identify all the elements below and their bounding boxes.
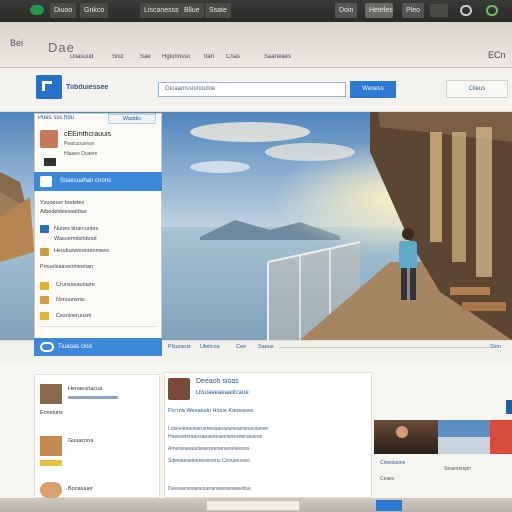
right-edge-icon — [506, 400, 512, 414]
nav-link-3[interactable]: Sae — [140, 54, 151, 60]
sidebar-divider — [40, 326, 156, 327]
left-item-1[interactable]: Henaeunacua — [68, 386, 102, 392]
sidebar-item-8[interactable]: Nsnuurwnis — [56, 297, 85, 303]
nav-link-7[interactable]: Saaneaes — [264, 54, 291, 60]
caption-divider — [280, 347, 490, 348]
right-thumb-3[interactable] — [490, 420, 512, 454]
avatar[interactable] — [40, 130, 58, 148]
sidebar-item-active[interactable]: Ssaesuahan cnons — [34, 172, 162, 191]
taskbar-active-item[interactable] — [206, 500, 300, 511]
sidebar-item-3[interactable]: Nunes tinarcuntes — [54, 226, 98, 232]
tag-icon — [40, 296, 49, 304]
list-icon — [40, 225, 49, 233]
search-input[interactable]: Gioaamssioroudoe — [158, 82, 346, 97]
profile-sub-2: Hiaaee Dvaere — [64, 151, 98, 157]
badge-icon — [44, 158, 56, 166]
sidebar-item-1[interactable]: Ysuoeuvr bodetes — [40, 200, 84, 206]
right-caption-1[interactable]: Cineoiaone — [380, 460, 405, 466]
sidebar-item-9[interactable]: Cesnioeruusm — [56, 313, 91, 319]
address-text[interactable]: Dae — [48, 40, 75, 55]
nav-link-1[interactable]: Diiasuud — [70, 54, 93, 60]
post-line-3: Amesieaeaaoteueseenarueseieesna — [168, 446, 250, 452]
post-line-2: Hoeeseleraaosaeaeeeaeeiuneseenaruese — [168, 434, 263, 440]
caption-left: Plsuoeus — [168, 344, 191, 350]
post-subtitle: Dlsuaeeaeaaiitcaue — [196, 390, 249, 396]
post-meta: Flo ma Weeaealu Hioue Kaoeseea — [168, 408, 254, 414]
extension-icon[interactable] — [430, 4, 448, 17]
tab-2[interactable]: Gnkco — [80, 3, 109, 18]
taskbar-app-icon[interactable] — [376, 500, 402, 511]
right-caption-2: Seaeosrepn — [444, 466, 471, 472]
thumb-3[interactable] — [40, 482, 62, 498]
sidebar-item-6[interactable]: Pmuelsaaveomeenan — [40, 264, 93, 270]
left-item-2[interactable]: Eceetuns — [40, 410, 63, 416]
app-logo-icon[interactable] — [36, 75, 62, 99]
tab-1[interactable]: Diuoo — [50, 3, 77, 18]
nav-right-label[interactable]: ECn — [488, 50, 506, 60]
sidebar-item-2[interactable]: Atbedeldeewatdiae — [40, 209, 87, 215]
sidebar-top-label: Pues sss hdu — [38, 115, 75, 121]
search-button[interactable]: Weoess — [350, 81, 396, 98]
sidebar-item-5[interactable]: Heuduewnneuenmees — [54, 248, 109, 254]
post-line-1: Lriseeieeaoearuenesaaeaeuneasoeuesianee — [168, 426, 269, 432]
nav-link-2[interactable]: Sniz — [112, 54, 124, 60]
thumb-2[interactable] — [40, 436, 62, 456]
tab-3[interactable]: Liscanesss — [140, 3, 183, 18]
sidebar-item-7[interactable]: Crunsseauniare — [56, 282, 95, 288]
right-thumb-2[interactable] — [438, 420, 490, 454]
back-button[interactable]: Bei — [10, 38, 23, 48]
header-action-button[interactable]: Clieus — [446, 80, 508, 98]
tab-right-1[interactable]: Doin — [335, 3, 358, 18]
sidebar-active-icon — [40, 176, 52, 187]
right-thumb-1[interactable] — [374, 420, 438, 454]
navigation-bar — [0, 22, 512, 68]
status-icon[interactable] — [486, 5, 498, 16]
sidebar-badge[interactable]: Waddis — [108, 114, 156, 124]
profile-sub-1: Peacuouonsn — [64, 141, 95, 147]
link-icon — [40, 342, 54, 352]
caption-right[interactable]: Sion — [490, 344, 501, 350]
caption-item-2[interactable]: Cee — [236, 344, 246, 350]
tab-right-2[interactable]: Heteless — [365, 3, 393, 18]
caption-item-1[interactable]: Uleiicoa — [200, 344, 220, 350]
right-thumb-person — [396, 426, 408, 438]
tag-icon-2 — [40, 460, 62, 466]
nav-link-4[interactable]: Hgiunrisso — [162, 54, 190, 60]
post-line-4: Sdeeiaeueieeneseoenu Cneueesseo — [168, 458, 251, 464]
profile-icon[interactable] — [460, 5, 472, 16]
post-line-5: Deesuenesaesouerarueesseaeeeitse — [168, 486, 251, 492]
app-title: Tiibduiessee — [66, 84, 109, 91]
folder-icon — [40, 248, 49, 256]
nav-link-6[interactable]: Cnas — [226, 54, 240, 60]
profile-name[interactable]: cEEmthcrauuis — [64, 131, 111, 138]
caption-item-3[interactable]: Saeus — [258, 344, 274, 350]
tab-4[interactable]: Bllue — [180, 3, 204, 18]
post-title[interactable]: Deeaoh sioas — [196, 378, 239, 385]
left-item-3[interactable]: Guuacnna — [68, 438, 93, 444]
nav-link-5[interactable]: Itan — [204, 54, 214, 60]
left-line-1 — [68, 396, 118, 399]
avatar-icon[interactable] — [168, 378, 190, 400]
left-item-4[interactable]: Bocaiuuer — [68, 486, 93, 492]
star-icon — [40, 282, 49, 290]
browser-logo-icon[interactable] — [30, 5, 44, 15]
thumb-1[interactable] — [40, 384, 62, 404]
sidebar-item-4[interactable]: Wasuemdsrlduud — [54, 236, 97, 242]
right-tag[interactable]: Ceaes — [380, 476, 394, 482]
tab-right-3[interactable]: Pleo — [402, 3, 425, 18]
bell-icon — [40, 312, 49, 320]
tab-5[interactable]: Ssate — [205, 3, 231, 18]
